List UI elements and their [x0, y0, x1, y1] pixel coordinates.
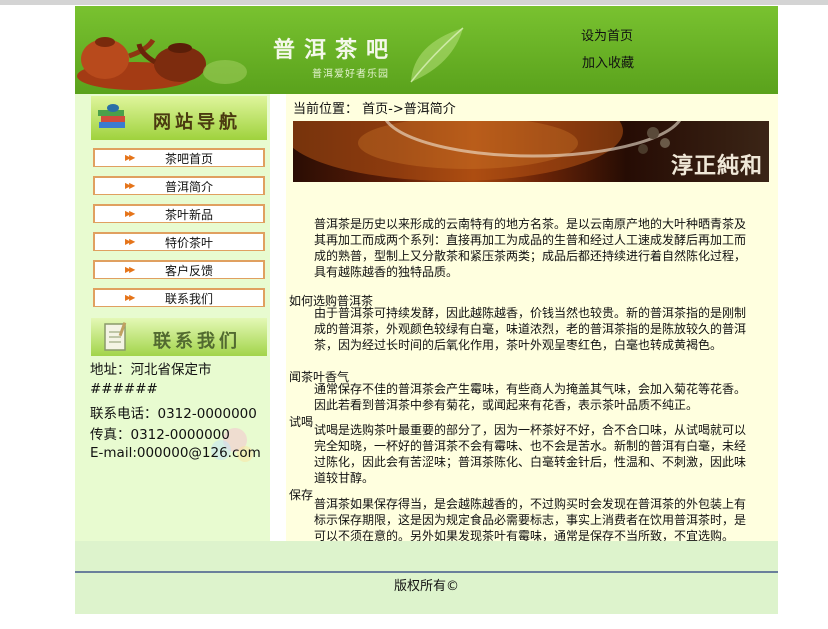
notepad-icon [104, 322, 127, 351]
contact-address: 地址：河北省保定市 [90, 362, 212, 378]
nav-item-label: 茶吧首页 [165, 152, 214, 166]
arrow-icon: ▶▶ [125, 265, 135, 274]
contact-fax: 传真：0312-0000000 [90, 427, 230, 443]
nav-item-feedback[interactable]: ▶▶ 客户反馈 [93, 260, 265, 279]
nav-banner-title: 网站导航 [153, 112, 241, 133]
nav-item-contact[interactable]: ▶▶ 联系我们 [93, 288, 265, 307]
leaf-icon [410, 27, 464, 83]
site-slogan: 普洱爱好者乐园 [312, 69, 389, 80]
books-icon [98, 104, 125, 128]
contact-address-detail: ###### [90, 381, 158, 397]
arrow-icon: ▶▶ [125, 181, 135, 190]
nav-item-specials[interactable]: ▶▶ 特价茶叶 [93, 232, 265, 251]
arrow-icon: ▶▶ [125, 293, 135, 302]
contact-banner-title: 联系我们 [153, 331, 241, 352]
section-text: 由于普洱茶可持续发酵，因此越陈越香，价钱当然也较贵。新的普洱茶指的是刚制成的普洱… [314, 306, 747, 352]
nav-item-label: 茶叶新品 [165, 208, 214, 222]
breadcrumb: 当前位置： 首页->普洱简介 [293, 102, 456, 117]
site-title: 普洱茶吧 [273, 38, 398, 63]
intro-text: 普洱茶是历史以来形成的云南特有的地方名茶。是以云南原产地的大叶种晒青茶及其再加工… [314, 217, 747, 279]
main-content: 当前位置： 首页->普洱简介 淳正純和 普洱茶是历史以来形成的云南特有的地方名茶… [286, 94, 778, 544]
copyright-text: 版权所有© [393, 579, 459, 594]
nav-item-new-products[interactable]: ▶▶ 茶叶新品 [93, 204, 265, 223]
nav-item-label: 联系我们 [165, 292, 214, 306]
footer-band [75, 541, 778, 571]
tea-banner-image: 淳正純和 [293, 121, 769, 182]
sidebar: 网站导航 ▶▶ 茶吧首页 ▶▶ 普洱简介 ▶▶ 茶叶新品 ▶▶ 特价茶叶 ▶▶ … [75, 94, 270, 541]
intro-paragraph: 普洱茶是历史以来形成的云南特有的地方名茶。是以云南原产地的大叶种晒青茶及其再加工… [289, 216, 757, 280]
section-paragraph: 由于普洱茶可持续发酵，因此越陈越香，价钱当然也较贵。新的普洱茶指的是刚制成的普洱… [289, 305, 757, 353]
add-favorites-link[interactable]: 加入收藏 [582, 52, 634, 71]
section-paragraph: 通常保存不佳的普洱茶会产生霉味，有些商人为掩盖其气味，会加入菊花等花香。因此若看… [289, 381, 757, 413]
section-text: 普洱茶如果保存得当，是会越陈越香的，不过购买时会发现在普洱茶的外包装上有标示保存… [314, 497, 747, 543]
contact-phone: 联系电话：0312-0000000 [90, 406, 257, 422]
site-footer: 版权所有© [75, 573, 778, 614]
nav-item-label: 特价茶叶 [165, 236, 214, 250]
nav-banner: 网站导航 [91, 96, 267, 140]
arrow-icon: ▶▶ [125, 209, 135, 218]
nav-item-label: 客户反馈 [165, 264, 214, 278]
contact-banner: 联系我们 [91, 318, 267, 356]
arrow-icon: ▶▶ [125, 237, 135, 246]
set-homepage-link[interactable]: 设为首页 [581, 25, 633, 44]
section-paragraph: 试喝是选购茶叶最重要的部分了，因为一杯茶好不好，合不合口味，从试喝就可以完全知晓… [289, 422, 757, 486]
arrow-icon: ▶▶ [125, 153, 135, 162]
browser-top-border [0, 0, 828, 5]
nav-item-home[interactable]: ▶▶ 茶吧首页 [93, 148, 265, 167]
section-text: 通常保存不佳的普洱茶会产生霉味，有些商人为掩盖其气味，会加入菊花等花香。因此若看… [314, 382, 747, 412]
site-header: 普洱茶吧 普洱爱好者乐园 设为首页 加入收藏 [75, 6, 778, 94]
teapot-icon [77, 37, 247, 90]
contact-email: E-mail:000000@126.com [90, 445, 261, 461]
section-text: 试喝是选购茶叶最重要的部分了，因为一杯茶好不好，合不合口味，从试喝就可以完全知晓… [314, 423, 747, 485]
banner-caption: 淳正純和 [670, 153, 763, 179]
nav-item-label: 普洱简介 [165, 180, 214, 194]
nav-item-intro[interactable]: ▶▶ 普洱简介 [93, 176, 265, 195]
section-paragraph: 普洱茶如果保存得当，是会越陈越香的，不过购买时会发现在普洱茶的外包装上有标示保存… [289, 496, 757, 544]
